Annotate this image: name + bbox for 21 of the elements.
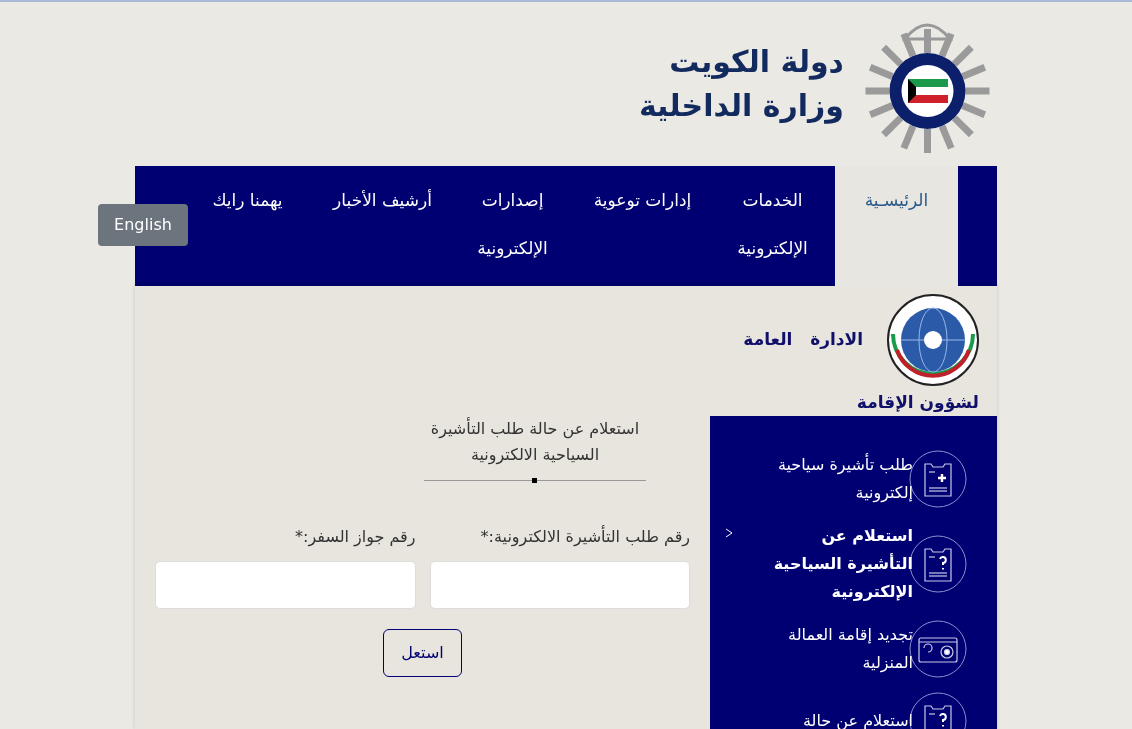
department-name: الادارة العامة [743,328,863,352]
chevron-icon [725,527,733,538]
department-name: لشؤون الإقامة [855,391,979,414]
nav-link[interactable]: أرشيف الأخبار [315,166,450,286]
language-button[interactable]: English [98,204,188,246]
nav-link[interactable]: إدارات توعوية [575,166,710,286]
form-title: استعلام عن حالة طلب التأشيرة السياحية الالكترونية [429,416,641,467]
nav-link[interactable]: إصدارات الإلكترونية [450,166,575,286]
submit-button[interactable]: استعل [383,629,462,677]
ministry-name: وزارة الداخلية [638,87,844,126]
service-link[interactable]: طلب تأشيرة سياحية إلكترونية [710,449,967,508]
input-field[interactable] [155,561,416,609]
input-field[interactable] [429,561,690,609]
ministry-name: دولة الكويت [668,43,844,82]
service-link[interactable]: استعلام عن التأشيرة السياحية الإلكترونية [710,521,967,606]
service-link[interactable]: تجديد إقامة العمالة المنزلية [710,619,967,678]
service-link[interactable]: استعلام عن حالة [710,691,967,729]
field-label: رقم جواز السفر:* [294,526,416,549]
field-label: رقم طلب التأشيرة الالكترونية:* [479,525,690,549]
nav-link[interactable]: الرئيسـية [835,166,958,286]
nav-link[interactable]: الخدمات الإلكترونية [710,166,835,286]
